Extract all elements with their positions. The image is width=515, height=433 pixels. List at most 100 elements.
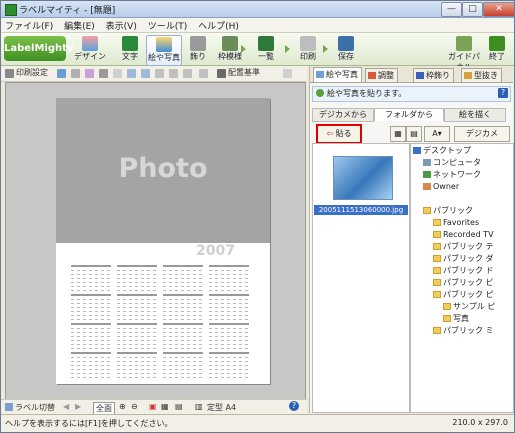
group-icon[interactable] bbox=[169, 69, 178, 78]
delete-icon[interactable] bbox=[99, 69, 108, 78]
more-icon[interactable] bbox=[283, 69, 292, 78]
thumbnail-list[interactable]: 2005111513060000.jpg bbox=[312, 143, 410, 413]
close-button[interactable]: ✕ bbox=[483, 2, 514, 17]
reference-label[interactable]: 配置基準 bbox=[228, 67, 260, 78]
menu-view[interactable]: 表示(V) bbox=[102, 18, 141, 32]
tab-draw[interactable]: 絵を描く bbox=[444, 108, 506, 122]
print-settings-label[interactable]: 印刷設定 bbox=[16, 67, 48, 78]
exit-button[interactable]: 終了 bbox=[480, 35, 514, 64]
tree-item[interactable]: デスクトップ bbox=[413, 146, 471, 156]
label-switch-icon[interactable] bbox=[5, 403, 13, 411]
calendar-grid[interactable] bbox=[71, 265, 255, 378]
back-icon[interactable] bbox=[141, 69, 150, 78]
menu-file[interactable]: ファイル(F) bbox=[1, 18, 57, 32]
tree-item[interactable]: パブリック ビ bbox=[433, 278, 494, 288]
copy-icon[interactable] bbox=[71, 69, 80, 78]
tab-adjust[interactable]: 調整 bbox=[365, 68, 398, 82]
photo-placeholder[interactable]: Photo bbox=[56, 98, 270, 243]
front-icon[interactable] bbox=[127, 69, 136, 78]
thumbnail-caption[interactable]: 2005111513060000.jpg bbox=[314, 205, 408, 215]
calendar-year: 2007 bbox=[196, 243, 235, 259]
tree-item[interactable]: Recorded TV bbox=[433, 230, 494, 240]
grid-view-icon[interactable]: ▤ bbox=[175, 402, 183, 411]
thumbnail-view-button[interactable]: ▦ bbox=[390, 126, 406, 142]
guide-panel-button[interactable]: ガイドパネル bbox=[447, 35, 481, 72]
fit-view-icon[interactable]: ▦ bbox=[161, 402, 169, 411]
list-view-button[interactable]: ▤ bbox=[406, 126, 422, 142]
align-icon[interactable] bbox=[155, 69, 164, 78]
app-icon bbox=[5, 4, 17, 16]
menu-help[interactable]: ヘルプ(H) bbox=[194, 18, 243, 32]
page-view-icon[interactable]: ▣ bbox=[149, 402, 157, 411]
undo-icon[interactable] bbox=[57, 69, 66, 78]
tree-item[interactable]: パブリック テ bbox=[433, 242, 494, 252]
info-icon bbox=[316, 89, 324, 97]
tree-item[interactable]: コンピュータ bbox=[423, 158, 481, 168]
tree-item[interactable]: ネットワーク bbox=[423, 170, 481, 180]
text-icon bbox=[122, 36, 138, 51]
image-thumbnail[interactable] bbox=[333, 156, 393, 200]
reference-icon[interactable] bbox=[217, 69, 226, 78]
tree-item[interactable]: サンプル ピ bbox=[443, 302, 495, 312]
printer-icon bbox=[300, 36, 316, 51]
print-settings-icon[interactable] bbox=[5, 69, 14, 78]
folder-icon bbox=[423, 207, 431, 214]
rotate-icon[interactable] bbox=[183, 69, 192, 78]
picture-button[interactable]: 絵や写真 bbox=[146, 35, 182, 66]
arrange-icon[interactable] bbox=[199, 69, 208, 78]
calendar-month bbox=[117, 352, 157, 378]
save-button[interactable]: 保存 bbox=[329, 35, 363, 64]
tab-from-folder[interactable]: フォルダから bbox=[374, 108, 444, 121]
tree-item[interactable]: 写真 bbox=[443, 314, 469, 324]
label-paper[interactable]: Photo 2007 bbox=[56, 98, 270, 384]
zoom-out-icon[interactable]: ⊖ bbox=[131, 402, 138, 411]
step-arrow-icon bbox=[285, 45, 290, 53]
next-page-icon[interactable]: ▶ bbox=[75, 402, 81, 411]
canvas-status-bar: ラベル切替 ◀ ▶ 全面 ⊕ ⊖ ▣ ▦ ▤ ▥ 定型 A4 ? bbox=[1, 399, 307, 415]
design-icon bbox=[82, 36, 98, 51]
picture-icon bbox=[156, 37, 172, 52]
calendar-month bbox=[163, 294, 203, 320]
main-ribbon: LabelMighty デザイン 文字 絵や写真 飾り 枠模様 一覧 印刷 保存… bbox=[1, 33, 514, 72]
design-button[interactable]: デザイン bbox=[73, 35, 107, 64]
calendar-month bbox=[117, 323, 157, 349]
folder-tree[interactable]: デスクトップ コンピュータ ネットワーク Owner パブリック Favorit… bbox=[410, 143, 514, 413]
folder-icon bbox=[433, 231, 441, 238]
print-button[interactable]: 印刷 bbox=[291, 35, 325, 64]
camera-button[interactable]: デジカメ bbox=[454, 126, 510, 142]
menu-tools[interactable]: ツール(T) bbox=[144, 18, 192, 32]
insert-button[interactable]: ⇦ 貼る bbox=[316, 124, 362, 144]
list-button[interactable]: 一覧 bbox=[249, 35, 283, 64]
help-icon[interactable]: ? bbox=[289, 401, 299, 411]
tab-frame[interactable]: 枠飾り bbox=[413, 68, 454, 82]
tree-item[interactable]: パブリック ミ bbox=[433, 326, 494, 336]
menu-edit[interactable]: 編集(E) bbox=[60, 18, 99, 32]
canvas-area[interactable]: Photo 2007 bbox=[5, 82, 306, 400]
folder-icon bbox=[433, 327, 441, 334]
tab-cutout[interactable]: 型抜き bbox=[461, 68, 502, 82]
folder-icon bbox=[433, 279, 441, 286]
folder-icon bbox=[443, 315, 451, 322]
tree-item[interactable]: Owner bbox=[423, 182, 459, 192]
zoom-in-icon[interactable]: ⊕ bbox=[119, 402, 126, 411]
tree-item[interactable]: パブリック bbox=[423, 206, 473, 216]
tree-item[interactable]: パブリック ダ bbox=[433, 254, 494, 264]
tree-item[interactable]: パブリック ド bbox=[433, 266, 494, 276]
save-icon bbox=[338, 36, 354, 51]
crop-icon[interactable] bbox=[113, 69, 122, 78]
tree-item[interactable]: パブリック ピ bbox=[433, 290, 494, 300]
help-button[interactable]: ? bbox=[498, 88, 508, 98]
paint-icon[interactable] bbox=[85, 69, 94, 78]
network-icon bbox=[423, 171, 431, 178]
decoration-button[interactable]: 飾り bbox=[181, 35, 215, 64]
calendar-month bbox=[71, 294, 111, 320]
text-button[interactable]: 文字 bbox=[113, 35, 147, 64]
sort-button[interactable]: A▾ bbox=[424, 126, 450, 142]
maximize-button[interactable]: □ bbox=[462, 2, 483, 17]
prev-page-icon[interactable]: ◀ bbox=[63, 402, 69, 411]
tab-from-camera[interactable]: デジカメから bbox=[312, 108, 374, 122]
minimize-button[interactable]: — bbox=[441, 2, 462, 17]
tab-picture[interactable]: 絵や写真 bbox=[313, 67, 362, 82]
label-switch-button[interactable]: ラベル切替 bbox=[15, 402, 55, 413]
tree-item[interactable]: Favorites bbox=[433, 218, 479, 228]
